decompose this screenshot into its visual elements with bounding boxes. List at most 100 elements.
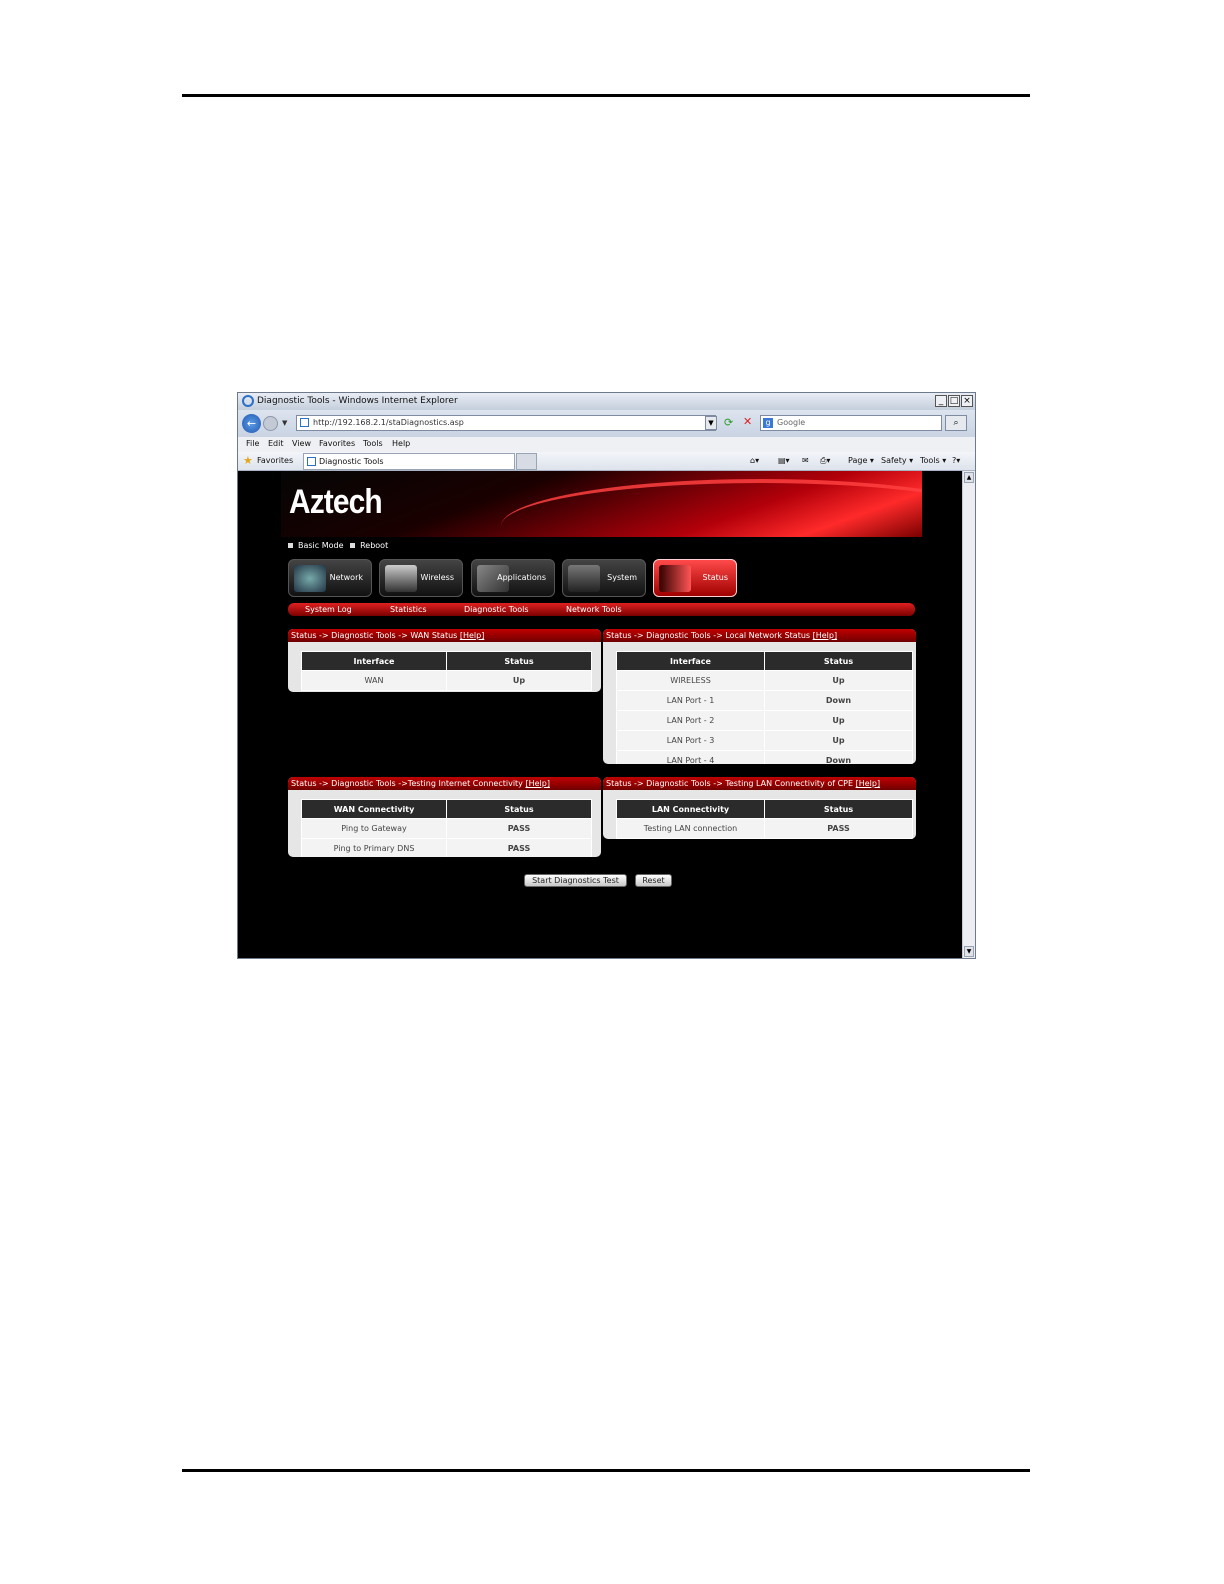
subnav-network-tools[interactable]: Network Tools (566, 605, 622, 614)
menu-favorites[interactable]: Favorites (319, 439, 355, 448)
table-row: LAN Port - 2 Up (616, 710, 913, 731)
aztech-logo: Aztech (289, 483, 383, 521)
subnav-statistics[interactable]: Statistics (390, 605, 427, 614)
local-network-status-panel: Status -> Diagnostic Tools -> Local Netw… (603, 629, 916, 764)
panel-title: Status -> Diagnostic Tools -> Local Netw… (603, 629, 916, 642)
back-button[interactable]: ← (242, 414, 261, 433)
tab-system[interactable]: System (562, 559, 646, 597)
stop-icon[interactable]: ✕ (743, 415, 752, 428)
status-icon (659, 565, 691, 592)
menu-edit[interactable]: Edit (268, 439, 284, 448)
result-cell: PASS (764, 818, 913, 839)
reboot-link[interactable]: Reboot (360, 541, 388, 550)
new-tab-button[interactable] (516, 453, 537, 470)
favorites-star-icon[interactable]: ★ (243, 454, 253, 467)
forward-button[interactable] (263, 416, 278, 431)
column-header: Status (446, 651, 592, 671)
router-banner: Aztech (281, 471, 922, 537)
tab-wireless[interactable]: Wireless (379, 559, 463, 597)
test-cell: Testing LAN connection (616, 818, 765, 839)
refresh-icon[interactable]: ⟳ (724, 416, 733, 429)
status-cell: Down (764, 750, 913, 764)
panel-title: Status -> Diagnostic Tools -> WAN Status… (288, 629, 601, 642)
url-text: http://192.168.2.1/staDiagnostics.asp (313, 418, 464, 427)
menu-file[interactable]: File (246, 439, 259, 448)
result-cell: PASS (446, 818, 592, 839)
table-row: WIRELESS Up (616, 670, 913, 691)
result-cell: PASS (446, 838, 592, 857)
browser-tab[interactable]: Diagnostic Tools (303, 453, 515, 470)
maximize-button[interactable]: □ (948, 395, 960, 407)
router-icon (385, 565, 417, 592)
tab-network[interactable]: Network (288, 559, 372, 597)
tab-label: System (607, 573, 637, 582)
status-cell: Down (764, 690, 913, 711)
system-icon (568, 565, 600, 592)
mail-icon[interactable]: ✉ (802, 456, 809, 465)
help-link[interactable]: [Help] (813, 631, 837, 640)
panel-title: Status -> Diagnostic Tools -> Testing LA… (603, 777, 916, 790)
subnav-system-log[interactable]: System Log (305, 605, 352, 614)
basic-mode-link[interactable]: Basic Mode (298, 541, 344, 550)
help-link[interactable]: [Help] (856, 779, 880, 788)
favorites-button[interactable]: Favorites (257, 456, 293, 465)
column-header: LAN Connectivity (616, 799, 765, 819)
bullet-icon (350, 543, 356, 548)
banner-wave (501, 479, 922, 537)
table-row: LAN Port - 4 Down (616, 750, 913, 764)
tab-status[interactable]: Status (653, 559, 737, 597)
scroll-down-icon[interactable]: ▼ (964, 946, 974, 957)
tab-title: Diagnostic Tools (319, 457, 384, 466)
column-header: WAN Connectivity (301, 799, 447, 819)
tools-menu[interactable]: Tools ▾ (920, 456, 946, 465)
tab-applications[interactable]: Applications (471, 559, 555, 597)
url-input[interactable]: http://192.168.2.1/staDiagnostics.asp (296, 415, 716, 431)
tab-label: Status (702, 573, 729, 582)
close-button[interactable]: × (961, 395, 973, 407)
help-link[interactable]: [Help] (525, 779, 549, 788)
table-row: Ping to Primary DNS PASS (301, 838, 592, 857)
internet-connectivity-table: WAN Connectivity Status Ping to Gateway … (301, 799, 592, 857)
page-icon (300, 418, 309, 427)
table-row: Ping to Gateway PASS (301, 818, 592, 839)
safety-menu[interactable]: Safety ▾ (881, 456, 913, 465)
tab-label: Network (329, 573, 363, 582)
menu-help[interactable]: Help (392, 439, 410, 448)
search-input[interactable]: g Google (760, 415, 942, 431)
panel-title-text: Status -> Diagnostic Tools -> Testing LA… (606, 779, 856, 788)
search-placeholder: Google (777, 418, 806, 427)
reset-button[interactable]: Reset (635, 874, 672, 887)
panel-title-text: Status -> Diagnostic Tools -> WAN Status (291, 631, 460, 640)
menu-bar: File Edit View Favorites Tools Help (238, 437, 975, 452)
history-dropdown-icon[interactable]: ▼ (282, 419, 287, 427)
help-link[interactable]: [Help] (460, 631, 484, 640)
page-footer-rule (182, 1469, 1030, 1472)
column-header: Status (446, 799, 592, 819)
print-icon[interactable]: ⎙▾ (820, 456, 830, 466)
panel-title-text: Status -> Diagnostic Tools -> Local Netw… (606, 631, 813, 640)
network-icon (294, 565, 326, 592)
interface-cell: WIRELESS (616, 670, 765, 691)
feeds-icon[interactable]: ▤▾ (778, 456, 790, 465)
vertical-scrollbar[interactable]: ▲ ▼ (962, 471, 975, 958)
lan-connectivity-table: LAN Connectivity Status Testing LAN conn… (616, 799, 913, 839)
status-cell: Up (446, 670, 592, 691)
start-diagnostics-button[interactable]: Start Diagnostics Test (524, 874, 627, 887)
panel-title-text: Status -> Diagnostic Tools ->Testing Int… (291, 779, 526, 788)
column-header: Interface (616, 651, 765, 671)
search-icon[interactable]: ⌕ (945, 415, 967, 431)
menu-view[interactable]: View (292, 439, 311, 448)
page-menu[interactable]: Page ▾ (848, 456, 874, 465)
home-icon[interactable]: ⌂▾ (750, 456, 759, 465)
help-menu-icon[interactable]: ?▾ (952, 456, 960, 465)
tab-label: Wireless (420, 573, 454, 582)
minimize-button[interactable]: _ (935, 395, 947, 407)
table-row: LAN Port - 3 Up (616, 730, 913, 751)
subnav-diagnostic-tools[interactable]: Diagnostic Tools (464, 605, 529, 614)
url-dropdown-icon[interactable]: ▼ (705, 416, 717, 430)
menu-tools[interactable]: Tools (363, 439, 383, 448)
column-header: Status (764, 799, 913, 819)
table-row: Testing LAN connection PASS (616, 818, 913, 839)
status-cell: Up (764, 730, 913, 751)
scroll-up-icon[interactable]: ▲ (964, 472, 974, 483)
